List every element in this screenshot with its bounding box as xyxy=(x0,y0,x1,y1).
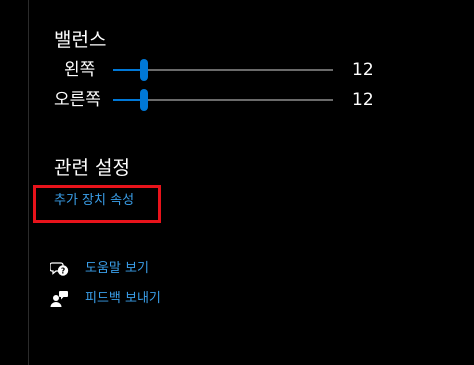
right-balance-label: 오른쪽 xyxy=(54,90,101,110)
pane-divider xyxy=(28,0,29,365)
right-balance-row: 오른쪽 12 xyxy=(0,88,474,112)
send-feedback-link[interactable]: 피드백 보내기 xyxy=(85,290,161,308)
get-help-link[interactable]: 도움말 보기 xyxy=(85,260,149,278)
person-feedback-icon xyxy=(50,290,70,308)
right-balance-slider[interactable] xyxy=(113,89,333,111)
left-balance-row: 왼쪽 12 xyxy=(0,58,474,82)
left-balance-slider[interactable] xyxy=(113,59,333,81)
left-balance-value: 12 xyxy=(352,60,374,80)
feedback-row[interactable]: 피드백 보내기 xyxy=(50,289,250,309)
balance-title: 밸런스 xyxy=(54,29,107,51)
right-balance-thumb[interactable] xyxy=(139,89,148,111)
svg-text:?: ? xyxy=(61,266,65,275)
highlight-box xyxy=(33,185,161,223)
right-balance-value: 12 xyxy=(352,90,374,110)
chat-bubbles-help-icon: ? xyxy=(49,260,70,278)
left-balance-label: 왼쪽 xyxy=(64,60,96,80)
get-help-row[interactable]: ? 도움말 보기 xyxy=(49,259,250,279)
related-settings-title: 관련 설정 xyxy=(54,157,130,179)
left-balance-thumb[interactable] xyxy=(139,59,148,81)
